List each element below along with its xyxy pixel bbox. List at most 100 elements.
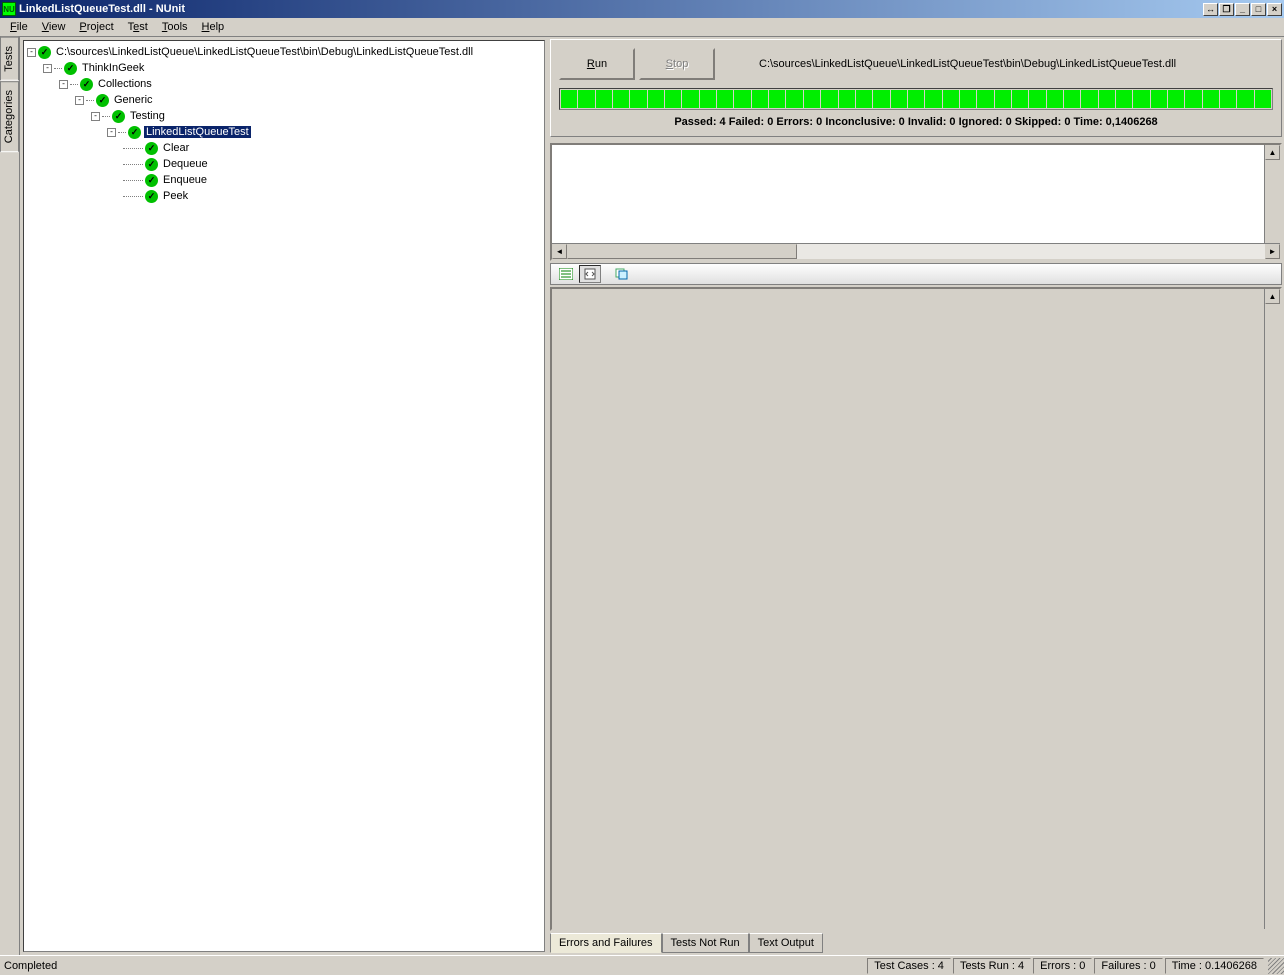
tree-node[interactable]: - LinkedListQueueTest xyxy=(27,124,541,140)
tree-connector xyxy=(70,84,78,85)
menu-test[interactable]: Test xyxy=(121,19,155,35)
progress-segment xyxy=(1203,90,1219,108)
scroll-up-icon[interactable]: ▲ xyxy=(1265,289,1280,304)
progress-segment xyxy=(682,90,698,108)
menu-project[interactable]: Project xyxy=(72,19,120,35)
tool-list-icon[interactable] xyxy=(555,265,577,283)
tree-expander-icon[interactable]: - xyxy=(59,80,68,89)
close-button[interactable]: × xyxy=(1267,3,1282,16)
tree-label[interactable]: ThinkInGeek xyxy=(80,62,146,74)
restore-down-icon[interactable]: ↔ xyxy=(1203,3,1218,16)
bottom-tab[interactable]: Tests Not Run xyxy=(662,933,749,953)
minimize-button[interactable]: _ xyxy=(1235,3,1250,16)
tree-expander-icon[interactable]: - xyxy=(43,64,52,73)
success-icon xyxy=(96,94,109,107)
left-panel: -C:\sources\LinkedListQueue\LinkedListQu… xyxy=(20,37,548,955)
tree-label[interactable]: Testing xyxy=(128,110,167,122)
progress-segment xyxy=(1064,90,1080,108)
tree-label[interactable]: Peek xyxy=(161,190,190,202)
progress-segment xyxy=(925,90,941,108)
app-icon: NU xyxy=(2,2,16,16)
progress-segment xyxy=(752,90,768,108)
tree-label[interactable]: LinkedListQueueTest xyxy=(144,126,251,138)
progress-segment xyxy=(1012,90,1028,108)
scroll-right-icon[interactable]: ► xyxy=(1265,244,1280,259)
progress-segment xyxy=(578,90,594,108)
success-icon xyxy=(128,126,141,139)
progress-segment xyxy=(1047,90,1063,108)
tree-label[interactable]: Collections xyxy=(96,78,154,90)
menu-view[interactable]: View xyxy=(35,19,73,35)
progress-segment xyxy=(1081,90,1097,108)
tree-node[interactable]: - Generic xyxy=(27,92,541,108)
status-cell: Time : 0.1406268 xyxy=(1165,958,1264,974)
bottom-tab[interactable]: Text Output xyxy=(749,933,823,953)
progress-segment xyxy=(786,90,802,108)
progress-segment xyxy=(839,90,855,108)
tree-node[interactable]: Peek xyxy=(27,188,541,204)
side-tab-tests[interactable]: Tests xyxy=(0,37,19,81)
progress-segment xyxy=(717,90,733,108)
tree-expander-icon[interactable]: - xyxy=(107,128,116,137)
success-icon xyxy=(112,110,125,123)
test-summary: Passed: 4 Failed: 0 Errors: 0 Inconclusi… xyxy=(559,116,1273,128)
menu-file[interactable]: File xyxy=(3,19,35,35)
progress-segment xyxy=(1029,90,1045,108)
maximize-button[interactable]: □ xyxy=(1251,3,1266,16)
status-cell: Test Cases : 4 xyxy=(867,958,951,974)
tree-connector xyxy=(123,196,143,197)
scrollbar-horizontal[interactable]: ◄ ► xyxy=(552,243,1280,259)
details-panel[interactable]: ▲ xyxy=(550,287,1282,931)
tree-node[interactable]: Dequeue xyxy=(27,156,541,172)
tree-connector xyxy=(123,180,143,181)
progress-segment xyxy=(995,90,1011,108)
right-panel: Run Stop C:\sources\LinkedListQueue\Link… xyxy=(548,37,1284,955)
success-icon xyxy=(145,174,158,187)
test-tree[interactable]: -C:\sources\LinkedListQueue\LinkedListQu… xyxy=(23,40,545,952)
tree-node[interactable]: - C:\sources\LinkedListQueue\LinkedListQu… xyxy=(27,44,541,60)
status-text: Completed xyxy=(0,960,867,972)
progress-segment xyxy=(1220,90,1236,108)
tree-connector xyxy=(118,132,126,133)
tree-expander-icon[interactable]: - xyxy=(27,48,36,57)
progress-segment xyxy=(1185,90,1201,108)
tree-label[interactable]: C:\sources\LinkedListQueue\LinkedListQue… xyxy=(54,46,475,58)
tree-label[interactable]: Enqueue xyxy=(161,174,209,186)
scroll-left-icon[interactable]: ◄ xyxy=(552,244,567,259)
tree-expander-icon[interactable]: - xyxy=(75,96,84,105)
scroll-up-icon[interactable]: ▲ xyxy=(1265,145,1280,160)
side-tabs: Tests Categories xyxy=(0,37,20,955)
run-button[interactable]: Run xyxy=(559,48,635,80)
tree-node[interactable]: - Testing xyxy=(27,108,541,124)
errors-content[interactable] xyxy=(552,145,1280,243)
tree-label[interactable]: Dequeue xyxy=(161,158,210,170)
scrollbar-vertical[interactable]: ▲ xyxy=(1264,145,1280,243)
progress-segment xyxy=(1099,90,1115,108)
status-cell: Failures : 0 xyxy=(1094,958,1162,974)
progress-segment xyxy=(630,90,646,108)
tree-label[interactable]: Generic xyxy=(112,94,155,106)
tree-connector xyxy=(102,116,110,117)
progress-bar xyxy=(559,88,1273,110)
tool-source-icon[interactable] xyxy=(579,265,601,283)
tree-label[interactable]: Clear xyxy=(161,142,191,154)
progress-segment xyxy=(908,90,924,108)
tree-node[interactable]: - Collections xyxy=(27,76,541,92)
progress-segment xyxy=(1255,90,1271,108)
tree-node[interactable]: Clear xyxy=(27,140,541,156)
tree-node[interactable]: - ThinkInGeek xyxy=(27,60,541,76)
menu-tools[interactable]: Tools xyxy=(155,19,195,35)
progress-segment xyxy=(821,90,837,108)
restore-icon[interactable]: ❐ xyxy=(1219,3,1234,16)
progress-segment xyxy=(873,90,889,108)
tool-copy-icon[interactable] xyxy=(611,265,633,283)
tree-node[interactable]: Enqueue xyxy=(27,172,541,188)
scrollbar-vertical[interactable]: ▲ xyxy=(1264,289,1280,929)
main-area: Tests Categories -C:\sources\LinkedListQ… xyxy=(0,37,1284,955)
resize-grip-icon[interactable] xyxy=(1268,958,1284,974)
side-tab-categories[interactable]: Categories xyxy=(0,81,19,152)
scroll-thumb[interactable] xyxy=(567,244,797,259)
menu-help[interactable]: Help xyxy=(195,19,232,35)
bottom-tab[interactable]: Errors and Failures xyxy=(550,933,662,953)
tree-expander-icon[interactable]: - xyxy=(91,112,100,121)
